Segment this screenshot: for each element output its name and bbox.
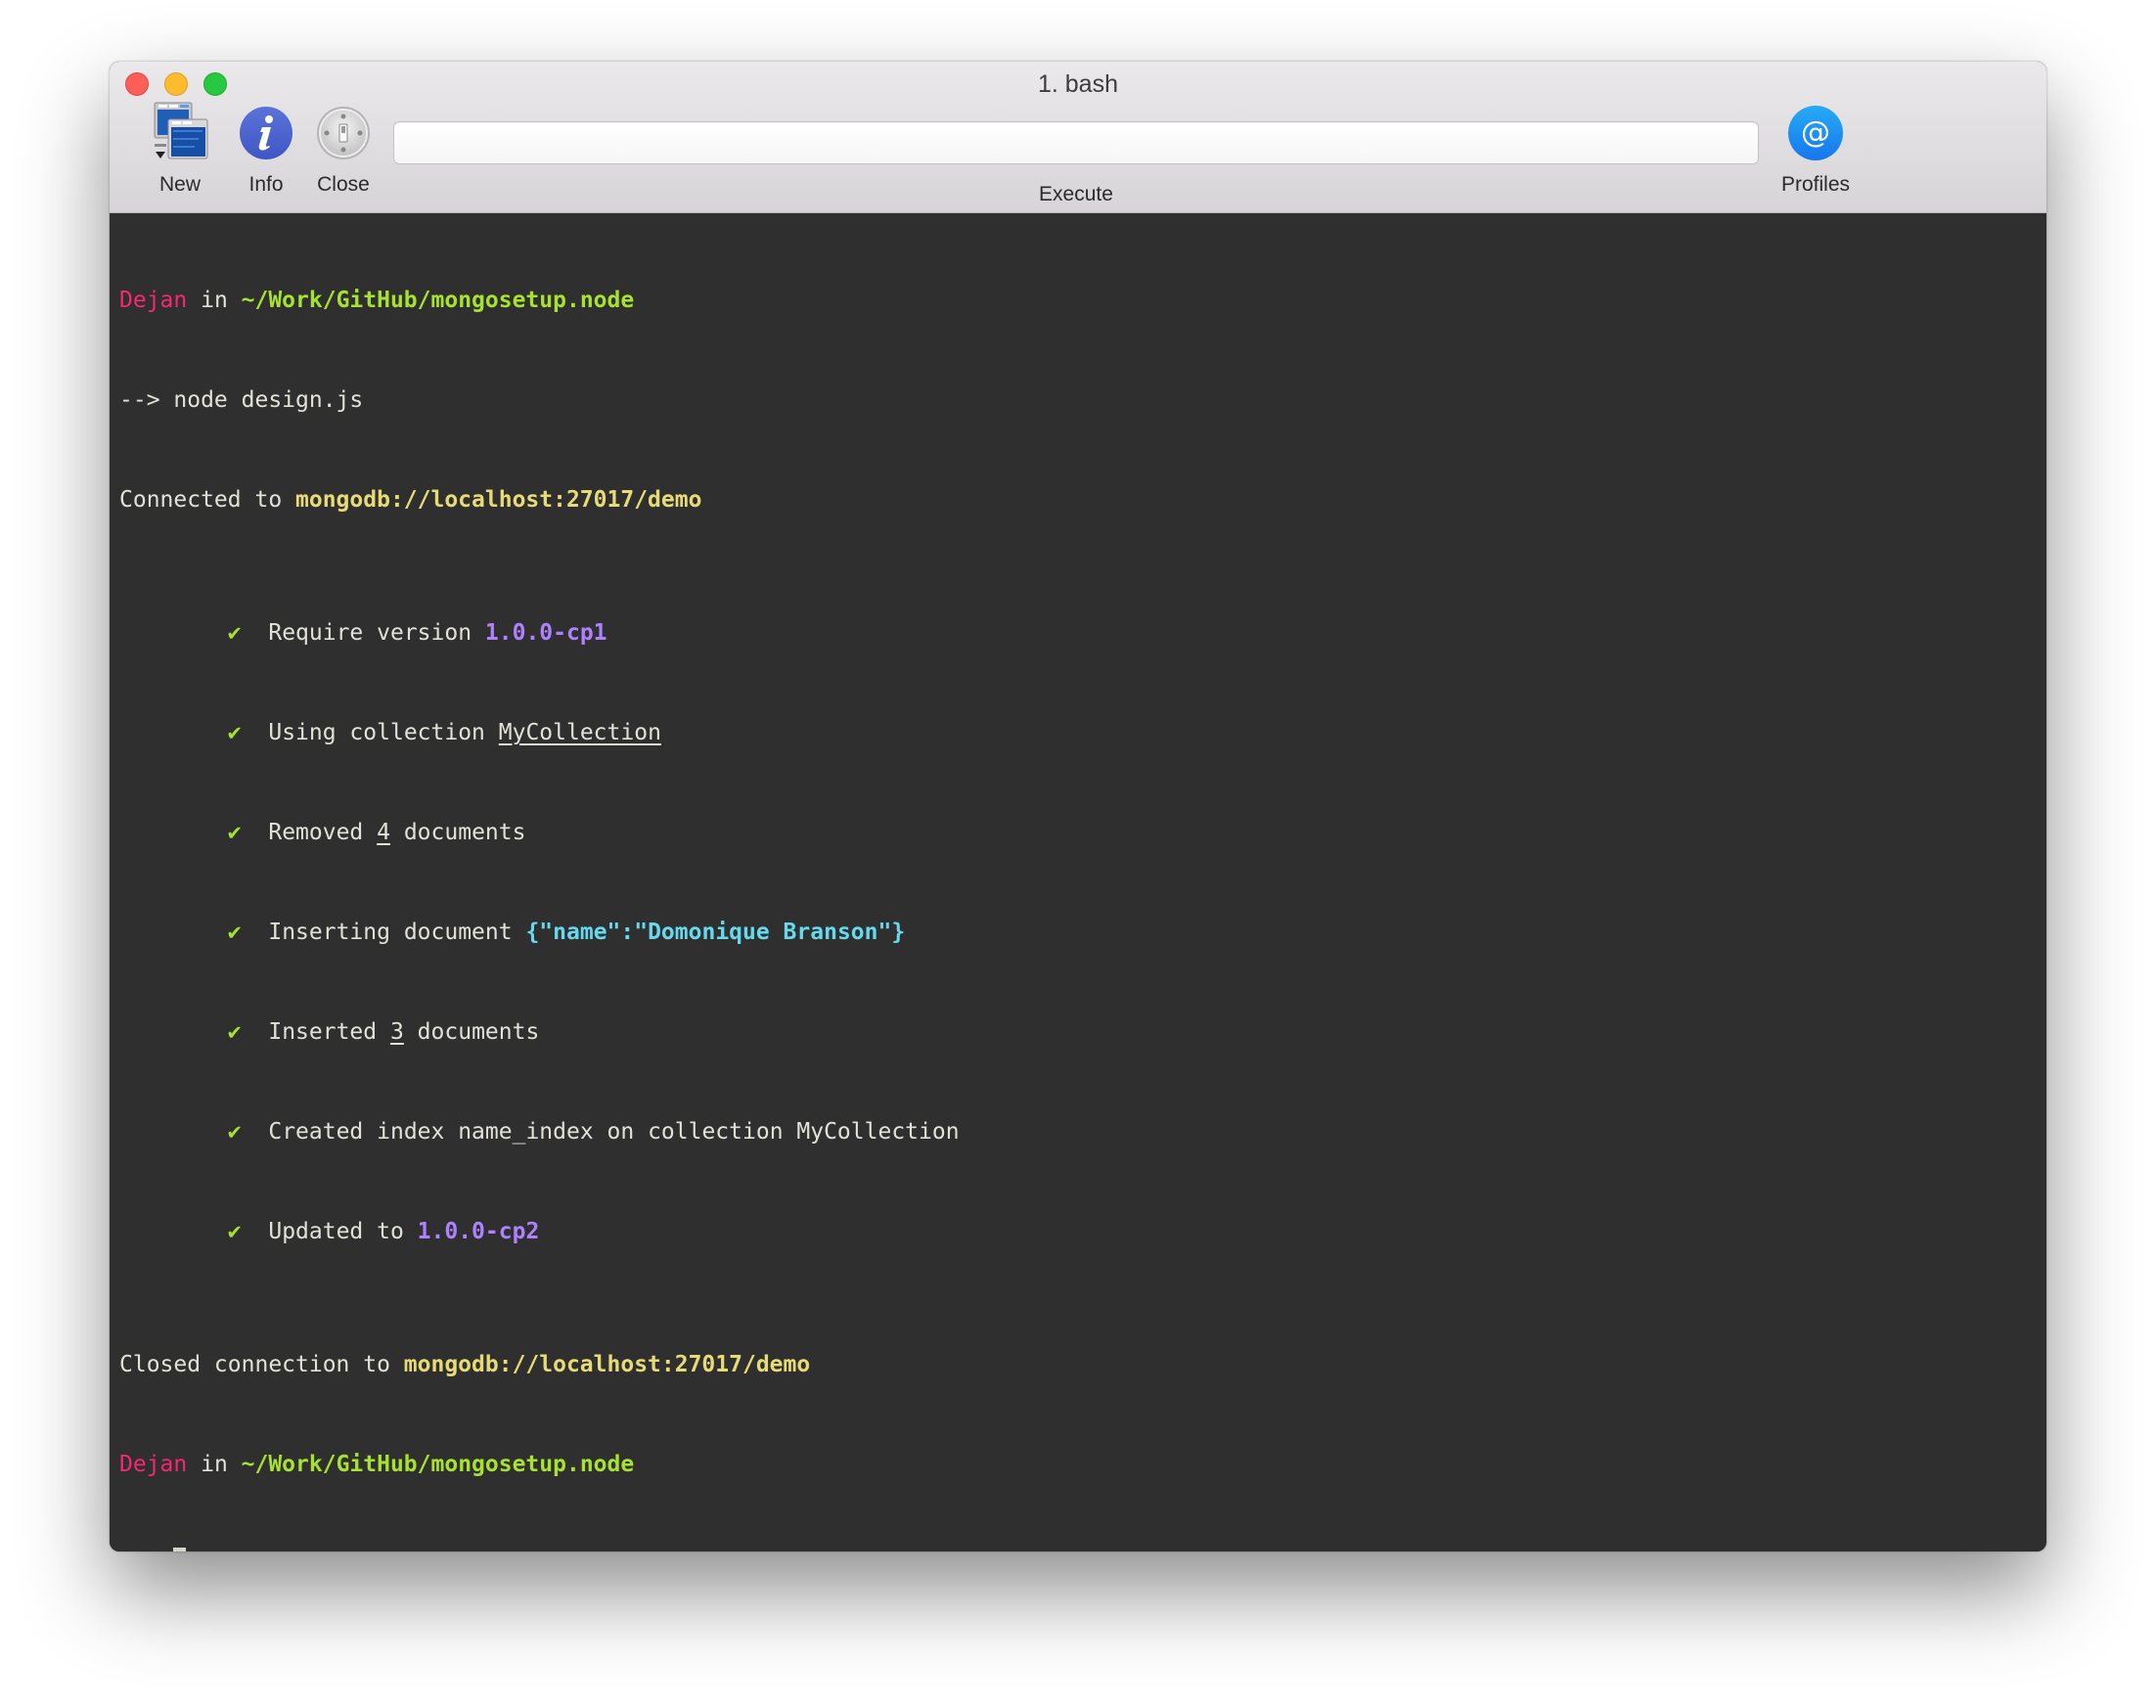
step-text-after: documents: [403, 1019, 540, 1045]
step-text: Removed: [268, 820, 378, 845]
output-line-closed: Closed connection to mongodb://localhost…: [119, 1348, 2037, 1381]
prompt-path: ~/Work/GitHub/mongosetup.node: [241, 288, 635, 313]
prompt-line: Dejan in ~/Work/GitHub/mongosetup.node: [119, 284, 2037, 317]
step-count: 4: [377, 820, 390, 845]
prompt-user: Dejan: [119, 1452, 188, 1477]
step-text-after: documents: [389, 820, 526, 845]
step-text: Inserted: [268, 1019, 390, 1045]
step-line: ✔ Inserted 3 documents: [119, 1015, 2037, 1049]
step-text: Created index name_index on collection M…: [268, 1119, 960, 1145]
execute-label: Execute: [1039, 183, 1113, 205]
step-text: Inserting document: [268, 920, 526, 945]
new-window-icon: [151, 101, 209, 165]
step-json: {"name":"Domonique Branson"}: [525, 920, 906, 945]
step-line: ✔ Inserting document {"name":"Domonique …: [119, 916, 2037, 949]
info-icon: [237, 101, 295, 165]
step-text: Require version: [268, 620, 485, 646]
step-line: ✔ Updated to 1.0.0-cp2: [119, 1215, 2037, 1248]
closed-text: Closed connection to: [119, 1352, 404, 1377]
execute-input[interactable]: [393, 121, 1759, 164]
prompt-user: Dejan: [119, 288, 188, 313]
close-button-label: Close: [317, 173, 370, 196]
command-line: --> node design.js: [119, 383, 2037, 417]
connected-text: Connected to: [119, 487, 296, 513]
check-icon: ✔: [227, 1219, 242, 1244]
output-line-connected: Connected to mongodb://localhost:27017/d…: [119, 483, 2037, 517]
prompt-path: ~/Work/GitHub/mongosetup.node: [241, 1452, 635, 1477]
prompt-in: in: [187, 288, 242, 313]
command-prompt: -->: [119, 387, 174, 413]
title-bar: 1. bash New Info Close Execute @ Profile…: [110, 62, 2046, 213]
connected-url: mongodb://localhost:27017/demo: [295, 487, 702, 513]
step-version: 1.0.0-cp2: [417, 1219, 540, 1244]
step-version: 1.0.0-cp1: [484, 620, 607, 646]
profiles-button-label: Profiles: [1780, 173, 1851, 196]
check-icon: ✔: [227, 820, 242, 845]
terminal-window: 1. bash New Info Close Execute @ Profile…: [110, 62, 2046, 1551]
step-line: ✔ Require version 1.0.0-cp1: [119, 616, 2037, 650]
step-count: 3: [389, 1019, 404, 1045]
check-icon: ✔: [227, 720, 242, 745]
info-button[interactable]: Info: [235, 101, 297, 197]
step-line: ✔ Using collection MyCollection: [119, 716, 2037, 749]
closed-url: mongodb://localhost:27017/demo: [403, 1352, 811, 1377]
svg-text:@: @: [1801, 115, 1830, 150]
execute-field-group: Execute: [393, 121, 1759, 205]
info-button-label: Info: [248, 173, 284, 196]
text-cursor: [173, 1548, 187, 1551]
step-line: ✔ Removed 4 documents: [119, 816, 2037, 849]
terminal-output[interactable]: Dejan in ~/Work/GitHub/mongosetup.node -…: [110, 213, 2046, 1551]
check-icon: ✔: [227, 920, 242, 945]
profiles-button[interactable]: @ Profiles: [1773, 101, 1859, 197]
prompt-line: Dejan in ~/Work/GitHub/mongosetup.node: [119, 1448, 2037, 1481]
new-button[interactable]: New: [141, 101, 219, 197]
window-title: 1. bash: [1037, 70, 1118, 98]
check-icon: ✔: [227, 1119, 242, 1145]
check-icon: ✔: [227, 1019, 242, 1045]
check-icon: ✔: [227, 620, 242, 646]
step-text: Using collection: [268, 720, 499, 745]
step-text: Updated to: [268, 1219, 418, 1244]
step-line: ✔ Created index name_index on collection…: [119, 1115, 2037, 1148]
command-text: node design.js: [173, 387, 364, 413]
new-button-label: New: [158, 173, 201, 196]
input-line[interactable]: -->: [119, 1548, 2037, 1551]
close-switch-icon: [314, 101, 373, 165]
step-collection: MyCollection: [498, 720, 661, 745]
at-sign-icon: @: [1786, 101, 1845, 165]
prompt-in: in: [187, 1452, 242, 1477]
close-button[interactable]: Close: [311, 101, 376, 197]
